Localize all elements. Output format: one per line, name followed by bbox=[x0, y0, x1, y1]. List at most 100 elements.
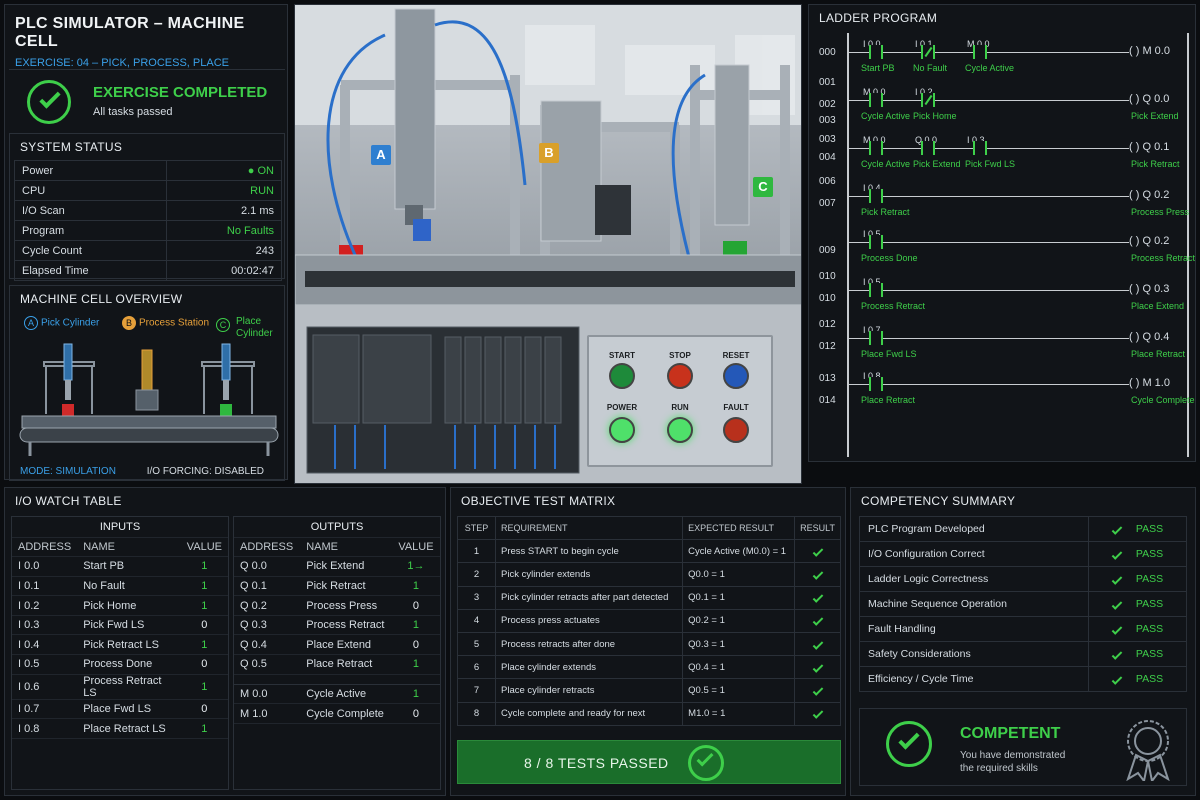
io-row[interactable]: M 0.0 Cycle Active 1 bbox=[234, 684, 440, 705]
io-value[interactable]: 1 bbox=[391, 615, 440, 636]
io-value[interactable]: 0 bbox=[391, 703, 440, 724]
col-address: ADDRESS bbox=[234, 537, 301, 558]
io-row[interactable]: I 0.5 Process Done 0 bbox=[12, 654, 228, 675]
legend-letter: C bbox=[216, 318, 230, 332]
io-value[interactable]: 1 bbox=[391, 654, 440, 675]
output-coil[interactable]: ( ) M 0.0 bbox=[1129, 45, 1170, 57]
io-row[interactable]: Q 0.0 Pick Extend 1→ bbox=[234, 556, 440, 577]
io-row[interactable]: I 0.3 Pick Fwd LS 0 bbox=[12, 615, 228, 636]
ladder-rung[interactable]: I 0.5 Process Done( ) Q 0.2 Process Retrac… bbox=[809, 229, 1197, 275]
check-icon bbox=[1111, 674, 1123, 685]
test-step: 1 bbox=[457, 539, 496, 564]
output-coil[interactable]: ( ) Q 0.4 bbox=[1129, 331, 1170, 343]
io-name: Pick Extend bbox=[300, 556, 392, 577]
io-value[interactable]: 0 bbox=[391, 595, 440, 616]
normally-closed-contact[interactable] bbox=[921, 45, 935, 59]
ladder-rung[interactable]: I 0.8 Place Retract( ) M 1.0 Cycle Complet… bbox=[809, 371, 1197, 417]
ladder-rung[interactable]: I 0.0 Start PB I 0.1 No Fault M 0.0 Cycle Act… bbox=[809, 39, 1197, 85]
system-status-table: Power ● ON CPU RUN I/O Scan 2.1 ms Program N… bbox=[14, 160, 283, 281]
normally-open-contact[interactable] bbox=[973, 141, 987, 155]
io-row[interactable]: Q 0.5 Place Retract 1 bbox=[234, 654, 440, 675]
io-value[interactable]: 1 bbox=[391, 684, 440, 705]
io-value[interactable]: 1 bbox=[391, 576, 440, 597]
normally-closed-contact[interactable] bbox=[921, 93, 935, 107]
check-icon bbox=[812, 569, 823, 580]
io-row[interactable]: Q 0.1 Pick Retract 1 bbox=[234, 576, 440, 597]
power-light bbox=[609, 417, 635, 443]
io-name: Pick Home bbox=[77, 595, 181, 616]
stop-button[interactable] bbox=[667, 363, 693, 389]
io-value[interactable]: 1 bbox=[180, 556, 228, 577]
output-coil[interactable]: ( ) Q 0.1 bbox=[1129, 141, 1170, 153]
ladder-rung[interactable]: I 0.5 Process Retract( ) Q 0.3 Place Exten… bbox=[809, 277, 1197, 323]
test-expected: M1.0 = 1 bbox=[682, 701, 796, 726]
io-value[interactable]: 1 bbox=[180, 634, 228, 656]
io-address: Q 0.3 bbox=[234, 615, 301, 636]
normally-open-contact[interactable] bbox=[869, 331, 883, 345]
io-value[interactable]: 0 bbox=[391, 634, 440, 656]
normally-open-contact[interactable] bbox=[921, 141, 935, 155]
status-label: CPU bbox=[14, 180, 167, 201]
io-value[interactable]: 0 bbox=[180, 615, 228, 636]
io-name: Cycle Complete bbox=[300, 703, 392, 724]
io-row[interactable]: I 0.7 Place Fwd LS 0 bbox=[12, 699, 228, 720]
competency-result: PASS bbox=[1088, 516, 1187, 542]
competency-row: Machine Sequence Operation PASS bbox=[859, 591, 1187, 617]
pass-label: PASS bbox=[1135, 623, 1164, 635]
io-value[interactable]: 1 bbox=[180, 595, 228, 616]
io-row[interactable]: M 1.0 Cycle Complete 0 bbox=[234, 703, 440, 724]
normally-open-contact[interactable] bbox=[869, 93, 883, 107]
normally-open-contact[interactable] bbox=[869, 45, 883, 59]
check-circle-icon bbox=[886, 721, 932, 767]
io-row[interactable]: I 0.2 Pick Home 1 bbox=[12, 595, 228, 616]
ladder-rung[interactable]: I 0.7 Place Fwd LS( ) Q 0.4 Place Retract bbox=[809, 325, 1197, 371]
contact-label: Pick Fwd LS bbox=[965, 159, 1016, 169]
io-row[interactable]: Q 0.3 Process Retract 1 bbox=[234, 615, 440, 636]
normally-open-contact[interactable] bbox=[869, 283, 883, 297]
io-row[interactable]: I 0.0 Start PB 1 bbox=[12, 556, 228, 577]
contact-label: Cycle Active bbox=[861, 159, 911, 169]
start-button[interactable] bbox=[609, 363, 635, 389]
normally-open-contact[interactable] bbox=[973, 45, 987, 59]
competency-label: Ladder Logic Correctness bbox=[859, 566, 1089, 592]
io-value[interactable]: 0 bbox=[180, 699, 228, 720]
normally-open-contact[interactable] bbox=[869, 189, 883, 203]
io-value[interactable]: 1 bbox=[180, 718, 228, 739]
ladder-rung[interactable]: I 0.4 Pick Retract( ) Q 0.2 Process Press bbox=[809, 183, 1197, 229]
io-row[interactable]: Q 0.2 Process Press 0 bbox=[234, 595, 440, 616]
output-coil[interactable]: ( ) M 1.0 bbox=[1129, 377, 1170, 389]
mode-label: MODE: SIMULATION bbox=[20, 466, 116, 477]
io-row[interactable]: I 0.6 Process Retract LS 1 bbox=[12, 674, 228, 700]
coil-label: Place Retract bbox=[1131, 349, 1186, 359]
normally-open-contact[interactable] bbox=[869, 235, 883, 249]
normally-open-contact[interactable] bbox=[869, 377, 883, 391]
io-value[interactable]: 1→ bbox=[391, 556, 440, 577]
coil-label: Process Press bbox=[1131, 207, 1190, 217]
output-coil[interactable]: ( ) Q 0.2 bbox=[1129, 189, 1170, 201]
coil-address: Q 0.0 bbox=[1142, 93, 1170, 105]
io-value[interactable]: 1 bbox=[180, 674, 228, 700]
output-coil[interactable]: ( ) Q 0.3 bbox=[1129, 283, 1170, 295]
output-coil[interactable]: ( ) Q 0.0 bbox=[1129, 93, 1170, 105]
ladder-rung[interactable]: M 0.0 Cycle Active I 0.2 Pick Home( ) Q 0.0… bbox=[809, 87, 1197, 133]
normally-open-contact[interactable] bbox=[869, 141, 883, 155]
io-row[interactable]: I 0.8 Place Retract LS 1 bbox=[12, 718, 228, 739]
system-status-title: SYSTEM STATUS bbox=[20, 140, 123, 154]
io-name: Place Retract LS bbox=[77, 718, 181, 739]
io-value[interactable]: 0 bbox=[180, 654, 228, 675]
io-row[interactable]: I 0.1 No Fault 1 bbox=[12, 576, 228, 597]
io-address: Q 0.4 bbox=[234, 634, 301, 656]
io-value[interactable]: 1 bbox=[180, 576, 228, 597]
status-title: EXERCISE COMPLETED bbox=[93, 84, 268, 101]
reset-button[interactable] bbox=[723, 363, 749, 389]
status-row: I/O Scan 2.1 ms bbox=[14, 200, 283, 221]
io-row[interactable]: Q 0.4 Place Extend 0 bbox=[234, 634, 440, 656]
ladder-rung[interactable]: M 0.0 Cycle Active Q 0.0 Pick Extend I 0.3 Pi… bbox=[809, 135, 1197, 181]
io-name: Process Retract LS bbox=[77, 674, 181, 700]
io-row[interactable]: I 0.4 Pick Retract LS 1 bbox=[12, 634, 228, 656]
col-step: STEP bbox=[457, 515, 496, 541]
contact-label: Cycle Active bbox=[965, 63, 1015, 73]
output-coil[interactable]: ( ) Q 0.2 bbox=[1129, 235, 1170, 247]
coil-address: Q 0.2 bbox=[1142, 189, 1170, 201]
status-value: 2.1 ms bbox=[165, 200, 283, 221]
